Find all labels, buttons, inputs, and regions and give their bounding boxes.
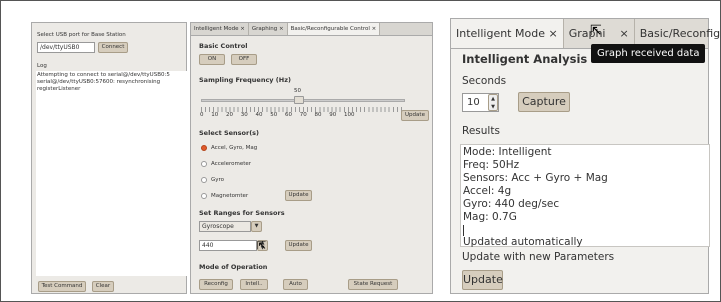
usb-port-label: Select USB port for Base Station (37, 32, 126, 38)
results-textarea[interactable]: Mode: Intelligent Freq: 50Hz Sensors: Ac… (460, 144, 710, 248)
close-icon[interactable]: × (620, 27, 629, 40)
tick-label: 40 (255, 112, 263, 118)
clear-button[interactable]: Clear (92, 281, 114, 292)
text-caret (463, 225, 464, 236)
connect-button[interactable]: Connect (98, 42, 128, 53)
tick-label: 20 (226, 112, 233, 118)
tick-label: 90 (329, 112, 337, 118)
updated-automatically-line: Updated automatically (463, 236, 583, 248)
base-station-panel: Select USB port for Base Station /dev/tt… (31, 22, 188, 294)
off-button[interactable]: OFF (231, 54, 257, 65)
frequency-update-button[interactable]: Update (401, 110, 429, 121)
seconds-label: Seconds (462, 75, 507, 87)
range-update-button[interactable]: Update (285, 240, 312, 251)
mouse-cursor-icon: ⇱ (257, 239, 267, 252)
log-line: serial@/dev/ttyUSB0:57600: resynchronisi… (37, 79, 161, 85)
log-label: Log (37, 63, 47, 69)
range-sensor-select[interactable]: Gyroscope (199, 221, 251, 232)
tab-intelligent-mode[interactable]: Intelligent Mode × (191, 23, 249, 35)
on-button[interactable]: ON (199, 54, 225, 65)
tick-label: 50 (270, 112, 278, 118)
result-line: Gyro: 440 deg/sec (463, 198, 560, 210)
result-line: Mag: 0.7G (463, 211, 517, 223)
log-textarea[interactable]: Attempting to connect to serial@/dev/tty… (36, 71, 188, 276)
select-sensors-heading: Select Sensor(s) (199, 129, 260, 137)
intelligent-button[interactable]: Intell.. (240, 279, 268, 290)
state-request-button[interactable]: State Request (348, 279, 398, 290)
slider-value: 50 (294, 88, 301, 94)
update-with-new-parameters-label: Update with new Parameters (462, 251, 615, 263)
sensor-radio-gyro[interactable] (201, 177, 207, 183)
log-line: Attempting to connect to serial@/dev/tty… (37, 72, 170, 78)
test-command-button[interactable]: Test Command (38, 281, 86, 292)
capture-button[interactable]: Capture (518, 92, 570, 112)
intelligent-analysis-heading: Intelligent Analysis (462, 52, 588, 66)
sensor-option-label: Magnetomter (211, 193, 249, 199)
sensor-option-label: Accel, Gyro, Mag (211, 145, 258, 151)
tick-label: 60 (285, 112, 292, 118)
sensor-option-label: Accelerometer (211, 161, 252, 167)
control-panel: Intelligent Mode × Graphing × Basic/Reco… (190, 22, 433, 294)
chevron-down-icon[interactable]: ▼ (251, 221, 262, 232)
sensor-radio-all[interactable] (201, 145, 207, 151)
tab-basic-control[interactable]: Basic/Reconfigurable Control × (287, 23, 381, 35)
tab-intelligent-mode[interactable]: Intelligent Mode × (451, 19, 564, 48)
result-line: Freq: 50Hz (463, 159, 520, 171)
results-label: Results (462, 125, 500, 137)
result-line: Sensors: Acc + Gyro + Mag (463, 172, 608, 184)
slider-tick-labels: 0 10 20 30 40 50 60 70 80 90 100 (200, 112, 355, 118)
result-line: Mode: Intelligent (463, 146, 552, 158)
auto-button[interactable]: Auto (283, 279, 308, 290)
basic-control-heading: Basic Control (199, 42, 248, 50)
mode-of-operation-heading: Mode of Operation (199, 263, 268, 271)
sensor-update-button[interactable]: Update (285, 190, 312, 201)
sampling-frequency-heading: Sampling Frequency (Hz) (199, 76, 291, 84)
set-ranges-heading: Set Ranges for Sensors (199, 209, 285, 217)
graph-tooltip: Graph received data (591, 44, 706, 63)
tick-label: 10 (211, 112, 219, 118)
result-line: Accel: 4g (463, 185, 512, 197)
sensor-option-label: Gyro (211, 177, 225, 183)
frequency-slider-handle[interactable] (294, 96, 304, 104)
tick-label: 30 (240, 112, 248, 118)
reconfig-button[interactable]: Reconfig (199, 279, 233, 290)
log-line: registerListener (37, 86, 81, 92)
tick-label: 100 (344, 112, 355, 118)
tick-label: 80 (314, 112, 322, 118)
mouse-cursor-icon: ⇱ (590, 23, 602, 39)
tick-label: 70 (299, 112, 307, 118)
seconds-spinner[interactable]: ▲ ▼ (488, 94, 498, 111)
range-value-input[interactable]: 440 (199, 240, 257, 251)
update-button[interactable]: Update (462, 270, 503, 290)
tab-graphing[interactable]: Graphing × (249, 23, 288, 35)
tick-label: 0 (200, 112, 204, 118)
usb-port-input[interactable]: /dev/ttyUSB0 (37, 42, 95, 53)
sensor-radio-magnetometer[interactable] (201, 193, 207, 199)
tab-bar: Intelligent Mode × Graphing × Basic/Reco… (191, 23, 432, 36)
sensor-radio-accelerometer[interactable] (201, 161, 207, 167)
